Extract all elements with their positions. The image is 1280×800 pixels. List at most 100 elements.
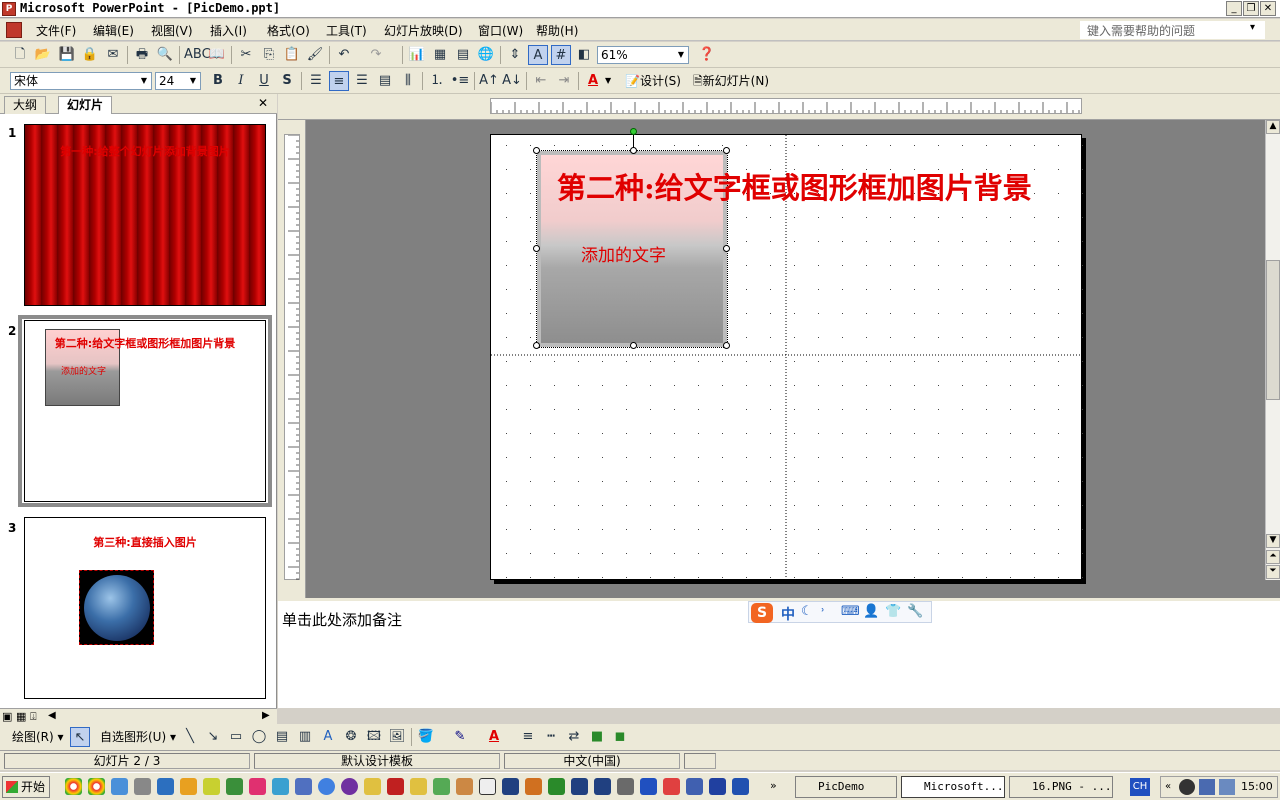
previous-slide-icon[interactable]: ⏶ xyxy=(1266,550,1280,564)
app-icon[interactable] xyxy=(663,778,680,795)
app-icon[interactable] xyxy=(502,778,519,795)
clipart-icon[interactable]: 🖾 xyxy=(364,727,384,747)
next-slide-icon[interactable]: ⏷ xyxy=(1266,565,1280,579)
app-icon[interactable] xyxy=(479,778,496,795)
insert-chart-icon[interactable]: 📊 xyxy=(407,45,427,65)
align-center-icon[interactable]: ≡ xyxy=(329,71,349,91)
notes-placeholder[interactable]: 单击此处添加备注 xyxy=(282,609,402,630)
app-icon[interactable] xyxy=(686,778,703,795)
design-template[interactable]: 默认设计模板 xyxy=(254,753,500,769)
line-style-icon[interactable]: ≡ xyxy=(518,727,538,747)
3d-style-icon[interactable]: ◼ xyxy=(610,727,630,747)
vertical-text-icon[interactable]: ⫼ xyxy=(398,71,418,91)
textbox-icon[interactable]: ▤ xyxy=(272,727,292,747)
vertical-textbox-icon[interactable]: ▥ xyxy=(295,727,315,747)
permission-icon[interactable]: 🔒 xyxy=(80,45,100,65)
menu-edit[interactable]: 编辑(E) xyxy=(93,22,134,39)
scroll-thumb[interactable] xyxy=(1266,260,1280,400)
notes-pane[interactable]: 单击此处添加备注 S 中 ☾ ˒ ⌨ 👤 👕 🔧 xyxy=(278,598,1280,708)
app-icon[interactable] xyxy=(709,778,726,795)
slide-sorter-icon[interactable]: ▦ xyxy=(16,710,26,723)
font-color-icon[interactable]: A xyxy=(583,71,603,91)
research-icon[interactable]: 📖 xyxy=(207,45,227,65)
keyboard-icon[interactable]: ⌨ xyxy=(841,604,860,619)
close-button[interactable]: ✕ xyxy=(1260,1,1276,16)
app-icon[interactable] xyxy=(732,778,749,795)
undo-icon[interactable]: ↶ xyxy=(334,45,354,65)
slide-title[interactable]: 第二种:给文字框或图形框加图片背景 xyxy=(557,165,1032,207)
chrome-icon[interactable] xyxy=(65,778,82,795)
help-dropdown-icon[interactable]: ▾ xyxy=(1250,22,1255,33)
menu-file[interactable]: 文件(F) xyxy=(36,22,76,39)
app-icon[interactable] xyxy=(640,778,657,795)
app-icon[interactable] xyxy=(387,778,404,795)
qq-icon[interactable] xyxy=(1179,779,1195,795)
folder-icon[interactable] xyxy=(364,778,381,795)
align-left-icon[interactable]: ☰ xyxy=(306,71,326,91)
insert-table-icon[interactable]: ▦ xyxy=(430,45,450,65)
autoshapes-button[interactable]: 自选图形(U) ▾ xyxy=(100,728,176,746)
app-icon[interactable] xyxy=(548,778,565,795)
scroll-left-icon[interactable]: ◀ xyxy=(48,710,56,721)
clock[interactable]: 15:00 xyxy=(1241,780,1273,793)
tab-slides[interactable]: 幻灯片 xyxy=(58,96,113,114)
tray-expand-icon[interactable]: « xyxy=(1165,781,1171,792)
fireworks-icon[interactable] xyxy=(203,778,220,795)
skin-icon[interactable]: 👕 xyxy=(885,604,901,619)
menu-slideshow[interactable]: 幻灯片放映(D) xyxy=(384,22,463,39)
chevron-down-icon[interactable]: ▼ xyxy=(605,76,611,85)
tab-outline[interactable]: 大纲 xyxy=(4,96,47,114)
insert-picture-icon[interactable]: 🖼 xyxy=(387,727,407,747)
menu-view[interactable]: 视图(V) xyxy=(151,22,193,39)
decrease-indent-icon[interactable]: ⇤ xyxy=(531,71,551,91)
bullets-icon[interactable]: •≡ xyxy=(450,71,470,91)
bold-icon[interactable]: B xyxy=(208,71,228,91)
close-pane-icon[interactable]: ✕ xyxy=(258,96,268,110)
align-right-icon[interactable]: ☰ xyxy=(352,71,372,91)
app-icon[interactable] xyxy=(272,778,289,795)
app-icon[interactable] xyxy=(249,778,266,795)
shadow-style-icon[interactable]: ■ xyxy=(587,727,607,747)
scroll-down-icon[interactable]: ▼ xyxy=(1266,534,1280,548)
decrease-font-icon[interactable]: A↓ xyxy=(502,71,522,91)
safari-icon[interactable] xyxy=(318,778,335,795)
network-icon[interactable] xyxy=(1199,779,1215,795)
font-size-select[interactable]: 24 ▼ xyxy=(155,72,201,90)
scroll-right-icon[interactable]: ▶ xyxy=(262,710,270,721)
tables-borders-icon[interactable]: ▤ xyxy=(453,45,473,65)
copy-icon[interactable]: ⎘ xyxy=(259,45,279,65)
resize-handle[interactable] xyxy=(723,342,730,349)
resize-handle[interactable] xyxy=(723,245,730,252)
folder-icon[interactable] xyxy=(410,778,427,795)
taskbar-item-picdemo[interactable]: PicDemo xyxy=(795,776,897,798)
zoom-select[interactable]: 61% ▼ xyxy=(597,46,689,64)
app-icon[interactable] xyxy=(341,778,358,795)
app-icon[interactable] xyxy=(571,778,588,795)
network-icon[interactable] xyxy=(1219,779,1235,795)
app-icon[interactable] xyxy=(617,778,634,795)
document-icon[interactable] xyxy=(6,22,22,38)
normal-view-icon[interactable]: ▣ xyxy=(2,710,12,723)
language-indicator[interactable]: CH xyxy=(1130,778,1150,796)
chinese-mode-icon[interactable]: 中 xyxy=(781,604,795,624)
tools-icon[interactable]: 🔧 xyxy=(907,604,923,619)
powerpoint-app-icon[interactable]: P xyxy=(2,2,16,16)
open-icon[interactable]: 📂 xyxy=(33,45,53,65)
diagram-icon[interactable]: ❂ xyxy=(341,727,361,747)
font-color-icon[interactable]: A xyxy=(484,727,504,747)
increase-font-icon[interactable]: A↑ xyxy=(479,71,499,91)
vertical-scrollbar[interactable]: ▲ ▼ ⏶ ⏷ xyxy=(1265,120,1280,580)
spelling-icon[interactable]: ABC xyxy=(184,45,211,65)
increase-indent-icon[interactable]: ⇥ xyxy=(554,71,574,91)
menu-format[interactable]: 格式(O) xyxy=(267,22,310,39)
arrow-icon[interactable]: ↘ xyxy=(203,727,223,747)
app-icon[interactable] xyxy=(134,778,151,795)
current-slide[interactable]: 添加的文字 第二种:给文字框或图形框加图片背景 xyxy=(490,128,1083,581)
menu-tools[interactable]: 工具(T) xyxy=(326,22,367,39)
resize-handle[interactable] xyxy=(533,342,540,349)
paste-icon[interactable]: 📋 xyxy=(282,45,302,65)
app-icon[interactable] xyxy=(295,778,312,795)
slide-thumbnail-1[interactable]: 第一种:给整个幻灯片添加背景图片 xyxy=(24,124,266,306)
slide-thumbnail-3[interactable]: 第三种:直接插入图片 xyxy=(24,517,266,699)
taskbar-item-png[interactable]: 16.PNG - ... xyxy=(1009,776,1113,798)
